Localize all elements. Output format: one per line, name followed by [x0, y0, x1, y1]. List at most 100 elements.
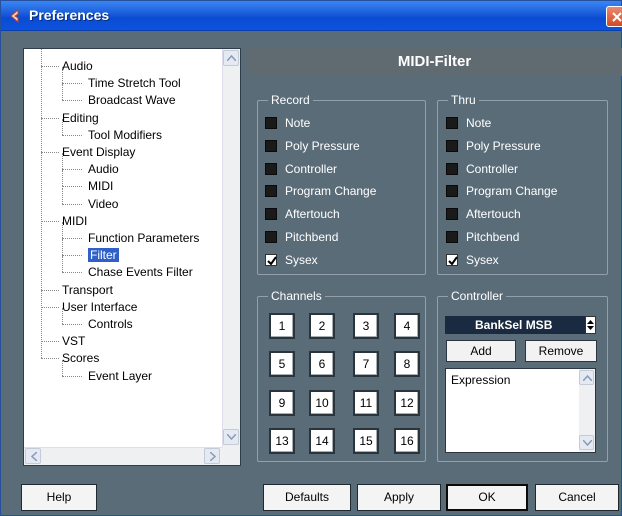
checkbox-label: Sysex	[285, 252, 318, 267]
tree-item[interactable]: Event Display	[62, 144, 135, 160]
tree-item[interactable]: MIDI	[88, 178, 113, 194]
checkbox[interactable]	[446, 208, 458, 221]
checkbox[interactable]	[446, 231, 458, 243]
checkbox[interactable]	[446, 185, 458, 198]
tree-connector	[41, 358, 59, 360]
tree-item[interactable]: Editing	[62, 110, 99, 126]
scroll-up-button[interactable]	[579, 370, 594, 385]
checkbox-label: Pitchbend	[466, 230, 520, 244]
checkbox[interactable]	[265, 117, 277, 129]
tree-connector	[41, 49, 42, 359]
checkbox[interactable]	[265, 185, 277, 198]
scroll-down-button[interactable]	[223, 429, 239, 445]
tree-connector	[62, 308, 63, 324]
channel-button[interactable]: 2	[309, 313, 335, 339]
channel-button[interactable]: 11	[353, 390, 379, 416]
checkbox[interactable]	[446, 117, 458, 129]
checkbox[interactable]	[265, 231, 277, 243]
controller-list[interactable]: Expression	[445, 368, 596, 453]
channel-button[interactable]: 13	[269, 428, 295, 454]
tree-connector	[62, 100, 82, 102]
channel-button[interactable]: 3	[353, 313, 379, 339]
checkbox-label: Program Change	[285, 184, 377, 199]
checkbox[interactable]	[265, 162, 277, 175]
tree-item[interactable]: Event Layer	[88, 368, 152, 384]
ok-button[interactable]: OK	[446, 484, 528, 511]
controller-select[interactable]: BankSel MSB	[445, 316, 596, 334]
tree-vertical-scrollbar[interactable]	[222, 49, 240, 447]
checkbox[interactable]	[446, 162, 458, 175]
defaults-button[interactable]: Defaults	[263, 484, 351, 511]
tree-item[interactable]: Controls	[88, 316, 133, 332]
checkbox-label: Pitchbend	[285, 230, 339, 244]
preferences-window: Preferences Audio Time Stretch Tool Broadc…	[0, 0, 622, 516]
title-bar[interactable]: Preferences	[1, 1, 622, 31]
channel-button[interactable]: 15	[353, 428, 379, 454]
scroll-right-button[interactable]	[204, 448, 220, 464]
channel-button[interactable]: 8	[394, 351, 420, 377]
tree-item-label: Broadcast Wave	[88, 93, 176, 108]
tree-item[interactable]: Time Stretch Tool	[88, 75, 181, 91]
checkbox-label: Aftertouch	[466, 207, 521, 222]
remove-controller-button[interactable]: Remove	[525, 340, 597, 362]
scrollbar-corner	[222, 447, 240, 465]
checkbox[interactable]	[446, 253, 458, 266]
checkbox[interactable]	[265, 253, 277, 266]
tree-item-label: Audio	[88, 162, 119, 177]
tree-item-label: MIDI	[62, 213, 88, 228]
tree-item[interactable]: Tool Modifiers	[88, 127, 162, 143]
channel-button[interactable]: 14	[309, 428, 335, 454]
tree-item-label: Chase Events Filter	[88, 265, 193, 280]
tree-item[interactable]: Transport	[62, 282, 113, 298]
tree-connector	[62, 153, 63, 170]
channel-button[interactable]: 9	[269, 390, 295, 416]
tree-item-label: Time Stretch Tool	[88, 76, 181, 91]
tree-item[interactable]: MIDI	[62, 213, 87, 229]
controller-spin-button[interactable]	[585, 316, 596, 334]
channel-button[interactable]: 1	[269, 313, 295, 339]
controller-list-item[interactable]: Expression	[451, 373, 510, 387]
checkbox[interactable]	[265, 139, 277, 152]
tree-item[interactable]: Scores	[62, 350, 99, 366]
channel-button[interactable]: 6	[309, 351, 335, 377]
tree-item[interactable]: VST	[62, 333, 85, 349]
scroll-left-button[interactable]	[25, 448, 41, 464]
preferences-tree[interactable]: Audio Time Stretch Tool Broadcast Wave Edit…	[23, 48, 241, 466]
channel-button[interactable]: 10	[309, 390, 335, 416]
tree-item[interactable]: Function Parameters	[88, 230, 199, 246]
checkbox[interactable]	[446, 139, 458, 152]
tree-horizontal-scrollbar[interactable]	[24, 447, 222, 465]
channel-button[interactable]: 4	[394, 313, 420, 339]
channel-button[interactable]: 5	[269, 351, 295, 377]
record-group-title: Record	[268, 92, 313, 108]
tree-item[interactable]: Audio	[62, 58, 93, 74]
chevron-down-icon	[583, 440, 592, 446]
controller-list-scrollbar[interactable]	[579, 369, 595, 452]
scroll-down-button[interactable]	[579, 435, 594, 450]
add-controller-button[interactable]: Add	[446, 340, 516, 362]
channel-button[interactable]: 7	[353, 351, 379, 377]
close-button[interactable]	[606, 6, 622, 27]
tree-item[interactable]: User Interface	[62, 299, 137, 315]
channel-button[interactable]: 16	[394, 428, 420, 454]
tree-connector	[41, 66, 59, 67]
help-button[interactable]: Help	[21, 484, 97, 511]
tree-item[interactable]: Filter	[88, 247, 119, 263]
checkbox[interactable]	[265, 208, 277, 221]
tree-connector	[62, 222, 63, 238]
scroll-up-button[interactable]	[223, 50, 239, 66]
apply-button[interactable]: Apply	[357, 484, 441, 511]
checkbox-label: Aftertouch	[285, 207, 340, 222]
tree-connector	[62, 186, 82, 188]
channel-button[interactable]: 12	[394, 390, 420, 416]
tree-item-label: MIDI	[88, 179, 114, 194]
tree-item[interactable]: Broadcast Wave	[88, 92, 176, 108]
checkmark-icon	[448, 256, 458, 266]
tree-item[interactable]: Chase Events Filter	[88, 264, 193, 280]
tree-item[interactable]: Video	[88, 196, 118, 212]
chevron-up-icon	[227, 55, 236, 61]
chevron-left-icon	[31, 452, 37, 461]
tree-item[interactable]: Audio	[88, 161, 119, 177]
cancel-button[interactable]: Cancel	[535, 484, 619, 511]
checkbox-label: Sysex	[466, 252, 499, 267]
